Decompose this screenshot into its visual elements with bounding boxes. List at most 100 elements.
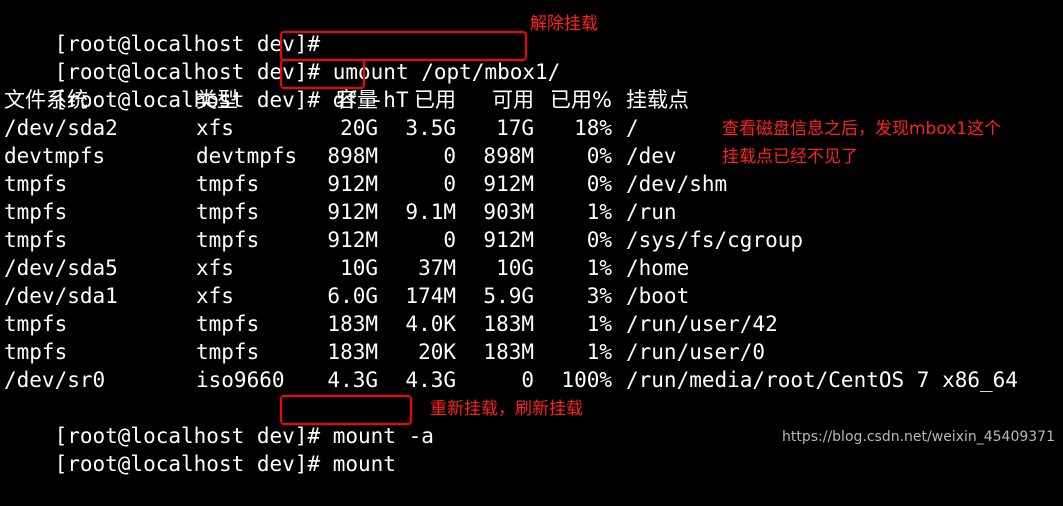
df-mounted-on: /run: [626, 200, 677, 224]
shell-prompt: [root@localhost dev]#: [54, 452, 333, 476]
df-used: 20K: [418, 340, 456, 364]
df-filesystem: tmpfs: [4, 228, 68, 252]
df-header-avail: 可用: [492, 88, 534, 112]
df-avail: 912M: [483, 172, 534, 196]
df-row: devtmpfs devtmpfs 898M 0 898M 0% /dev: [0, 142, 1063, 170]
df-header-use-pct: 已用%: [550, 88, 612, 112]
df-size: 183M: [327, 312, 378, 336]
df-avail: 10G: [496, 256, 534, 280]
df-use-pct: 1%: [586, 312, 612, 336]
df-header-mounted-on: 挂载点: [626, 88, 689, 112]
terminal-line: [root@localhost dev]# mount: [4, 422, 396, 476]
df-type: iso9660: [196, 368, 285, 392]
df-header-row: 文件系统 类型 容量 已用 可用 已用% 挂载点: [0, 86, 1063, 114]
df-type: tmpfs: [196, 340, 260, 364]
df-size: 6.0G: [327, 284, 378, 308]
df-avail: 5.9G: [483, 284, 534, 308]
df-filesystem: tmpfs: [4, 200, 68, 224]
df-mounted-on: /home: [626, 256, 690, 280]
df-mounted-on: /: [626, 116, 639, 140]
df-avail: 898M: [483, 144, 534, 168]
df-type: devtmpfs: [196, 144, 298, 168]
df-mounted-on: /run/media/root/CentOS 7 x86_64: [626, 368, 1018, 392]
df-header-size: 容量: [336, 88, 378, 112]
df-used: 4.3G: [405, 368, 456, 392]
df-use-pct: 1%: [586, 256, 612, 280]
df-size: 20G: [340, 116, 378, 140]
df-filesystem: /dev/sda1: [4, 284, 118, 308]
df-used: 4.0K: [405, 312, 456, 336]
df-row: tmpfs tmpfs 183M 4.0K 183M 1% /run/user/…: [0, 310, 1063, 338]
df-used: 174M: [405, 284, 456, 308]
df-type: xfs: [196, 284, 234, 308]
df-use-pct: 1%: [586, 200, 612, 224]
terminal-window[interactable]: [root@localhost dev]# [root@localhost de…: [0, 0, 1063, 476]
df-mounted-on: /run/user/0: [626, 340, 766, 364]
df-used: 0: [443, 144, 456, 168]
df-row: tmpfs tmpfs 912M 0 912M 0% /sys/fs/cgrou…: [0, 226, 1063, 254]
df-filesystem: /dev/sda2: [4, 116, 118, 140]
shell-command: mount: [332, 452, 396, 476]
df-used: 9.1M: [405, 200, 456, 224]
df-size: 912M: [327, 172, 378, 196]
df-mounted-on: /run/user/42: [626, 312, 778, 336]
df-mounted-on: /sys/fs/cgroup: [626, 228, 804, 252]
df-annotation-line1: 查看磁盘信息之后，发现mbox1这个: [722, 119, 1002, 139]
df-avail: 183M: [483, 312, 534, 336]
df-filesystem: tmpfs: [4, 172, 68, 196]
df-used: 37M: [418, 256, 456, 280]
df-used: 0: [443, 172, 456, 196]
umount-highlight-box: [280, 31, 527, 61]
df-size: 912M: [327, 228, 378, 252]
umount-annotation: 解除挂载: [530, 14, 598, 34]
df-row: tmpfs tmpfs 912M 9.1M 903M 1% /run: [0, 198, 1063, 226]
df-type: xfs: [196, 116, 234, 140]
df-used: 0: [443, 228, 456, 252]
df-type: tmpfs: [196, 312, 260, 336]
df-size: 898M: [327, 144, 378, 168]
df-mounted-on: /boot: [626, 284, 690, 308]
df-avail: 903M: [483, 200, 534, 224]
df-size: 183M: [327, 340, 378, 364]
df-filesystem: devtmpfs: [4, 144, 106, 168]
df-mounted-on: /dev: [626, 144, 677, 168]
mount-annotation: 重新挂载，刷新挂载: [430, 399, 583, 419]
df-row: /dev/sda1 xfs 6.0G 174M 5.9G 3% /boot: [0, 282, 1063, 310]
mount-highlight-box: [280, 395, 412, 425]
df-header-type: 类型: [196, 88, 238, 112]
df-annotation-line2: 挂载点已经不见了: [722, 147, 858, 167]
df-use-pct: 3%: [586, 284, 612, 308]
df-used: 3.5G: [405, 116, 456, 140]
df-filesystem: tmpfs: [4, 312, 68, 336]
df-header-used: 已用: [414, 88, 456, 112]
df-row: tmpfs tmpfs 912M 0 912M 0% /dev/shm: [0, 170, 1063, 198]
df-size: 4.3G: [327, 368, 378, 392]
df-avail: 0: [521, 368, 534, 392]
df-row: /dev/sda5 xfs 10G 37M 10G 1% /home: [0, 254, 1063, 282]
df-highlight-box: [280, 59, 365, 89]
df-row: /dev/sr0 iso9660 4.3G 4.3G 0 100% /run/m…: [0, 366, 1063, 394]
df-filesystem: tmpfs: [4, 340, 68, 364]
df-filesystem: /dev/sda5: [4, 256, 118, 280]
df-mounted-on: /dev/shm: [626, 172, 728, 196]
df-use-pct: 0%: [586, 144, 612, 168]
df-row: tmpfs tmpfs 183M 20K 183M 1% /run/user/0: [0, 338, 1063, 366]
df-type: tmpfs: [196, 228, 260, 252]
terminal-line: [root@localhost dev]#: [4, 2, 333, 56]
df-type: tmpfs: [196, 172, 260, 196]
df-use-pct: 0%: [586, 228, 612, 252]
df-use-pct: 18%: [574, 116, 612, 140]
df-size: 912M: [327, 200, 378, 224]
df-avail: 17G: [496, 116, 534, 140]
df-avail: 912M: [483, 228, 534, 252]
df-use-pct: 0%: [586, 172, 612, 196]
df-use-pct: 100%: [561, 368, 612, 392]
df-filesystem: /dev/sr0: [4, 368, 106, 392]
df-size: 10G: [340, 256, 378, 280]
df-type: xfs: [196, 256, 234, 280]
df-avail: 183M: [483, 340, 534, 364]
df-header-filesystem: 文件系统: [4, 88, 88, 112]
watermark: https://blog.csdn.net/weixin_45409371: [781, 429, 1055, 445]
df-type: tmpfs: [196, 200, 260, 224]
df-use-pct: 1%: [586, 340, 612, 364]
